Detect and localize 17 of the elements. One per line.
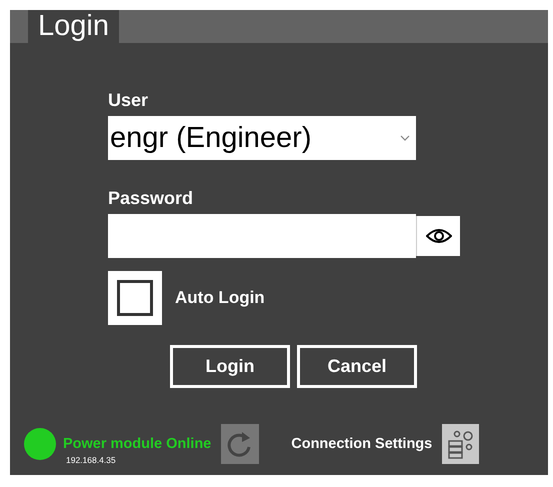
user-label: User — [108, 90, 150, 112]
login-button[interactable]: Login — [170, 345, 290, 388]
password-label: Password — [108, 188, 194, 210]
user-dropdown[interactable]: engr (Engineer) — [108, 116, 416, 160]
login-tab[interactable]: Login — [28, 10, 119, 43]
caret-icon — [400, 135, 410, 141]
eye-icon — [426, 228, 452, 244]
auto-login-checkbox[interactable] — [108, 271, 162, 325]
connection-settings-label: Connection Settings — [291, 436, 432, 452]
connection-settings-button[interactable] — [442, 424, 480, 464]
auto-login-label: Auto Login — [175, 288, 265, 308]
status-text: Power module Online — [63, 436, 212, 452]
server-gear-icon — [446, 428, 475, 458]
cancel-button[interactable]: Cancel — [297, 345, 417, 388]
ip-address: 192.168.4.35 — [66, 455, 117, 465]
show-password-button[interactable] — [416, 216, 460, 256]
password-field[interactable] — [108, 214, 416, 258]
